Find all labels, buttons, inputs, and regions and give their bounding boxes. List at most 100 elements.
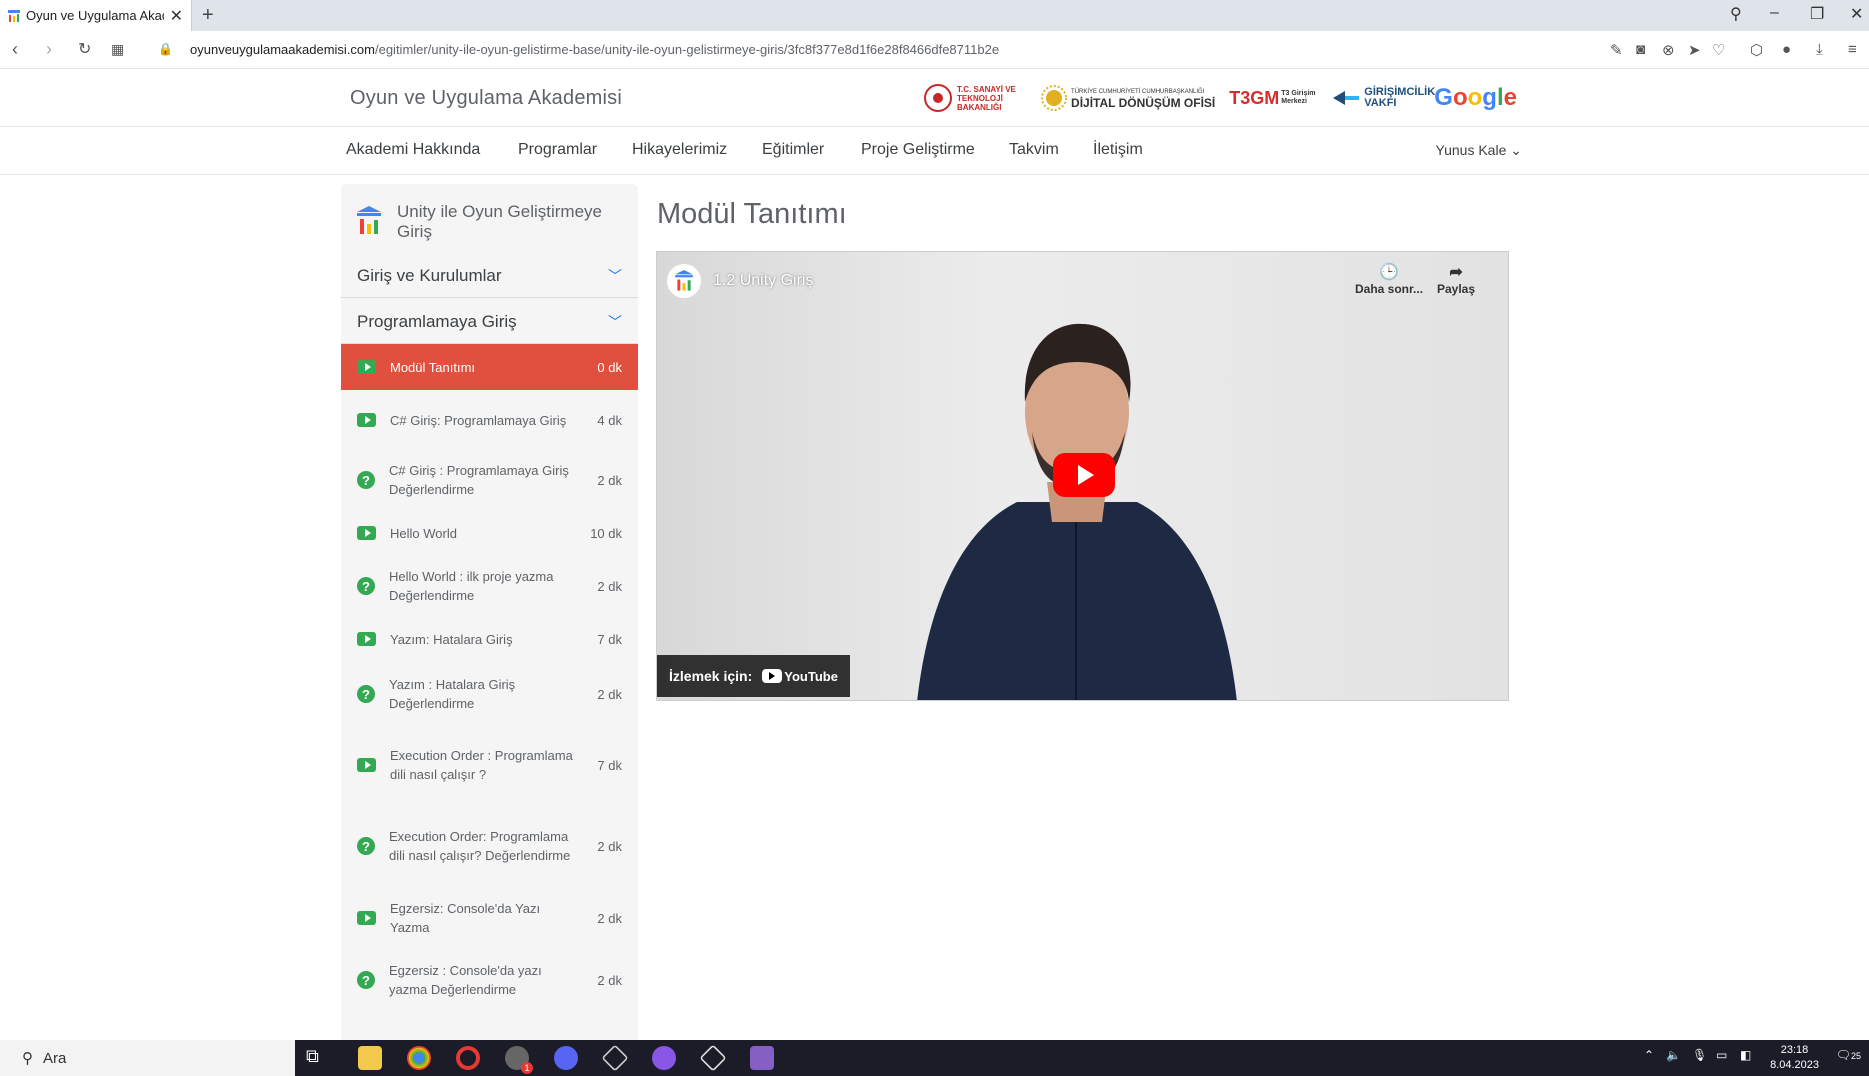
- play-button[interactable]: [1053, 453, 1115, 497]
- nav-proje-gelistirme[interactable]: Proje Geliştirme: [861, 141, 975, 159]
- lesson-label: Hello World : ilk proje yazma Değerlendi…: [389, 569, 554, 603]
- visual-studio-icon[interactable]: [750, 1046, 774, 1070]
- lesson-duration: 2 dk: [597, 838, 622, 854]
- youtube-logo: YouTube: [762, 669, 838, 684]
- notification-count: 25: [1850, 1051, 1861, 1061]
- github-desktop-icon[interactable]: [652, 1046, 676, 1070]
- unity-editor-icon[interactable]: [699, 1044, 727, 1072]
- video-title-bar: 1.2 Unity Giriş: [667, 264, 813, 298]
- section-programlamaya-giris[interactable]: Programlamaya Giriş ﹀: [341, 298, 638, 344]
- nav-hikayelerimiz[interactable]: Hikayelerimiz: [632, 141, 727, 159]
- camera-icon[interactable]: ◙: [1636, 41, 1645, 58]
- chevron-down-icon: ﹀: [608, 314, 622, 330]
- site-title[interactable]: Oyun ve Uygulama Akademisi: [350, 87, 622, 110]
- video-icon: [357, 758, 376, 772]
- course-sidebar: Unity ile Oyun Geliştirmeye Giriş Giriş …: [341, 184, 638, 1040]
- lesson-label: Modül Tanıtımı: [390, 359, 476, 375]
- ddo-logo: TÜRKİYE CUMHURİYETİ CUMHURBAŞKANLIĞI DİJİ…: [1041, 85, 1215, 111]
- reload-icon[interactable]: ↻: [78, 39, 91, 59]
- tab-close-icon[interactable]: ✕: [170, 6, 183, 26]
- lesson-item[interactable]: Hello World 10 dk: [341, 510, 638, 556]
- menu-icon[interactable]: ≡: [1848, 41, 1857, 58]
- nav-egitimler[interactable]: Eğitimler: [762, 141, 824, 159]
- lesson-item[interactable]: Execution Order : Programlama dili nasıl…: [341, 726, 638, 804]
- browser-tab[interactable]: Oyun ve Uygulama Akaden ✕: [0, 0, 192, 31]
- address-bar: ‹ › ↻ ▦ 🔒 oyunveuygulamaakademisi.com/eg…: [0, 31, 1869, 69]
- edit-icon[interactable]: ✎: [1610, 41, 1623, 59]
- watch-on-label: İzlemek için:: [669, 668, 753, 684]
- block-icon[interactable]: ⊗: [1662, 41, 1675, 59]
- url-field[interactable]: oyunveuygulamaakademisi.com/egitimler/un…: [190, 42, 999, 57]
- microphone-icon[interactable]: 🎙: [1692, 1048, 1707, 1062]
- chevron-down-icon: ﹀: [608, 268, 622, 284]
- watch-on-youtube[interactable]: İzlemek için: YouTube: [657, 655, 850, 697]
- watch-later-button[interactable]: 🕒 Daha sonr...: [1355, 262, 1423, 296]
- lesson-item[interactable]: ? Yazım : Hatalara Giriş Değerlendirme 2 d…: [341, 662, 638, 726]
- forward-icon[interactable]: ›: [46, 39, 52, 60]
- task-view-icon[interactable]: ⧉: [306, 1046, 330, 1070]
- chrome-icon[interactable]: [407, 1046, 431, 1070]
- search-placeholder: Ara: [43, 1049, 67, 1067]
- lesson-item[interactable]: ? Egzersiz : Console'da yazı yazma Değerl…: [341, 948, 638, 1012]
- nav-programlar[interactable]: Programlar: [518, 141, 597, 159]
- tsb-logo-text: T.C. SANAYİ VE TEKNOLOJİ BAKANLIĞI: [957, 84, 1016, 112]
- quiz-icon: ?: [357, 971, 375, 989]
- profile-icon[interactable]: ●: [1782, 41, 1791, 58]
- section-label: Programlamaya Giriş: [357, 312, 517, 331]
- network-icon[interactable]: ◧: [1740, 1048, 1751, 1062]
- lesson-item[interactable]: C# Giriş: Programlamaya Giriş 4 dk: [341, 390, 638, 450]
- share-button[interactable]: ➦ Paylaş: [1437, 262, 1475, 296]
- lesson-duration: 2 dk: [597, 578, 622, 594]
- minimize-icon[interactable]: –: [1770, 4, 1779, 22]
- site-favicon-icon: [8, 9, 20, 22]
- main-nav: Akademi Hakkında Programlar Hikayelerimi…: [0, 127, 1869, 175]
- lesson-item[interactable]: Modül Tanıtımı 0 dk: [341, 344, 638, 390]
- maximize-icon[interactable]: ❐: [1810, 4, 1824, 24]
- partner-logos: T.C. SANAYİ VE TEKNOLOJİ BAKANLIĞI TÜRKİ…: [923, 83, 1517, 113]
- download-icon[interactable]: ⤓: [1816, 41, 1823, 58]
- user-name: Yunus Kale: [1435, 142, 1507, 158]
- ddo-logo-main: DİJİTAL DÖNÜŞÜM OFİSİ: [1071, 96, 1216, 110]
- nav-akademi-hakkinda[interactable]: Akademi Hakkında: [346, 141, 480, 159]
- video-icon: [357, 911, 376, 925]
- nav-iletisim[interactable]: İletişim: [1093, 141, 1143, 159]
- video-title[interactable]: 1.2 Unity Giriş: [713, 272, 813, 290]
- gv-logo: GİRİŞİMCİLİK VAKFI: [1331, 87, 1435, 109]
- ddo-logo-text: TÜRKİYE CUMHURİYETİ CUMHURBAŞKANLIĞI DİJİ…: [1071, 87, 1215, 109]
- course-header[interactable]: Unity ile Oyun Geliştirmeye Giriş: [341, 184, 638, 252]
- discord-icon[interactable]: [554, 1046, 578, 1070]
- heart-icon[interactable]: ♡: [1712, 41, 1725, 59]
- video-icon: [357, 526, 376, 540]
- user-menu[interactable]: Yunus Kale ⌄: [1436, 142, 1522, 159]
- lesson-item[interactable]: ? Hello World : ilk proje yazma Değerlend…: [341, 556, 638, 616]
- clock-time: 23:18: [1780, 1044, 1809, 1056]
- notification-badge: 1: [521, 1062, 533, 1074]
- notifications-icon[interactable]: 🗨25: [1836, 1048, 1861, 1062]
- channel-avatar-icon[interactable]: [667, 264, 701, 298]
- close-window-icon[interactable]: ✕: [1850, 4, 1863, 24]
- unity-hub-icon[interactable]: 1: [505, 1046, 533, 1074]
- lesson-label: Hello World: [390, 525, 457, 541]
- lesson-item[interactable]: ? Execution Order: Programlama dili nasıl…: [341, 804, 638, 888]
- volume-icon[interactable]: 🔈: [1666, 1048, 1681, 1062]
- lesson-item[interactable]: Egzersiz: Console'da Yazı Yazma 2 dk: [341, 888, 638, 948]
- back-icon[interactable]: ‹: [12, 39, 18, 60]
- search-tabs-icon[interactable]: ⚲: [1730, 4, 1742, 24]
- video-player[interactable]: 1.2 Unity Giriş 🕒 Daha sonr... ➦ Paylaş …: [656, 251, 1509, 701]
- battery-icon[interactable]: ▭: [1716, 1048, 1727, 1062]
- unity-icon[interactable]: [601, 1044, 629, 1072]
- file-explorer-icon[interactable]: [358, 1046, 382, 1070]
- new-tab-icon[interactable]: +: [202, 4, 214, 27]
- grid-icon[interactable]: ▦: [111, 41, 124, 58]
- taskbar-search[interactable]: ⚲ Ara: [0, 1040, 295, 1076]
- taskbar-clock[interactable]: 23:18 8.04.2023: [1770, 1043, 1819, 1073]
- section-giris-ve-kurulumlar[interactable]: Giriş ve Kurulumlar ﹀: [341, 252, 638, 298]
- lesson-item[interactable]: ? C# Giriş : Programlamaya Giriş Değerlen…: [341, 450, 638, 510]
- opera-icon[interactable]: [456, 1046, 480, 1070]
- send-icon[interactable]: ➤: [1688, 41, 1701, 59]
- chevron-up-icon[interactable]: ⌃: [1644, 1048, 1654, 1062]
- nav-takvim[interactable]: Takvim: [1009, 141, 1059, 159]
- lesson-item[interactable]: Yazım: Hatalara Giriş 7 dk: [341, 616, 638, 662]
- lesson-label: C# Giriş : Programlamaya Giriş Değerlend…: [389, 463, 569, 497]
- cube-icon[interactable]: ⬡: [1750, 41, 1763, 59]
